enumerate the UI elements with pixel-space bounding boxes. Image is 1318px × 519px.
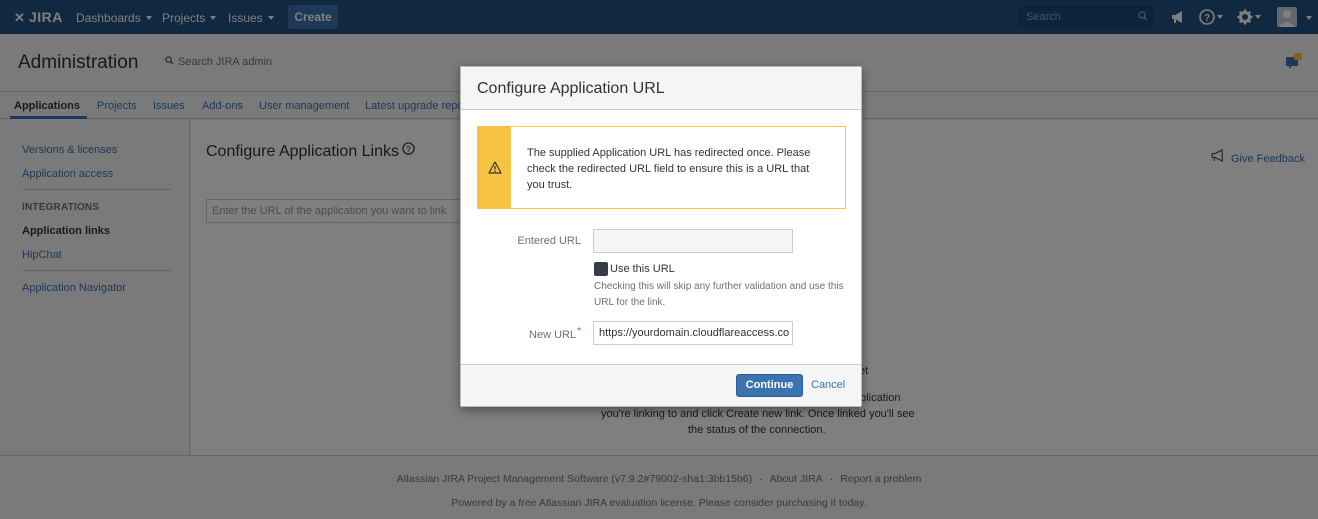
entered-url-field[interactable] (593, 229, 793, 253)
warning-message: The supplied Application URL has redirec… (477, 126, 846, 209)
new-url-field[interactable]: https://yourdomain.cloudflareaccess.co (593, 321, 793, 345)
use-this-url-checkbox[interactable] (594, 262, 608, 276)
new-url-label-text: New URL (529, 329, 577, 341)
required-marker: * (577, 326, 581, 337)
warning-icon (488, 161, 502, 174)
new-url-label: New URL* (529, 326, 581, 341)
dialog-header: Configure Application URL (461, 67, 861, 110)
cancel-link[interactable]: Cancel (811, 379, 845, 391)
warning-text: The supplied Application URL has redirec… (527, 147, 811, 191)
entered-url-label: Entered URL (517, 235, 581, 247)
configure-application-url-dialog: Configure Application URL The supplied A… (460, 66, 862, 407)
dialog-footer: Continue Cancel (461, 364, 861, 406)
dialog-title: Configure Application URL (477, 80, 665, 97)
use-this-url-label[interactable]: Use this URL (610, 263, 675, 275)
continue-button[interactable]: Continue (736, 374, 803, 397)
warning-stripe (478, 127, 511, 208)
use-this-url-description: Checking this will skip any further vali… (594, 281, 844, 308)
new-url-value: https://yourdomain.cloudflareaccess.co (599, 327, 790, 339)
